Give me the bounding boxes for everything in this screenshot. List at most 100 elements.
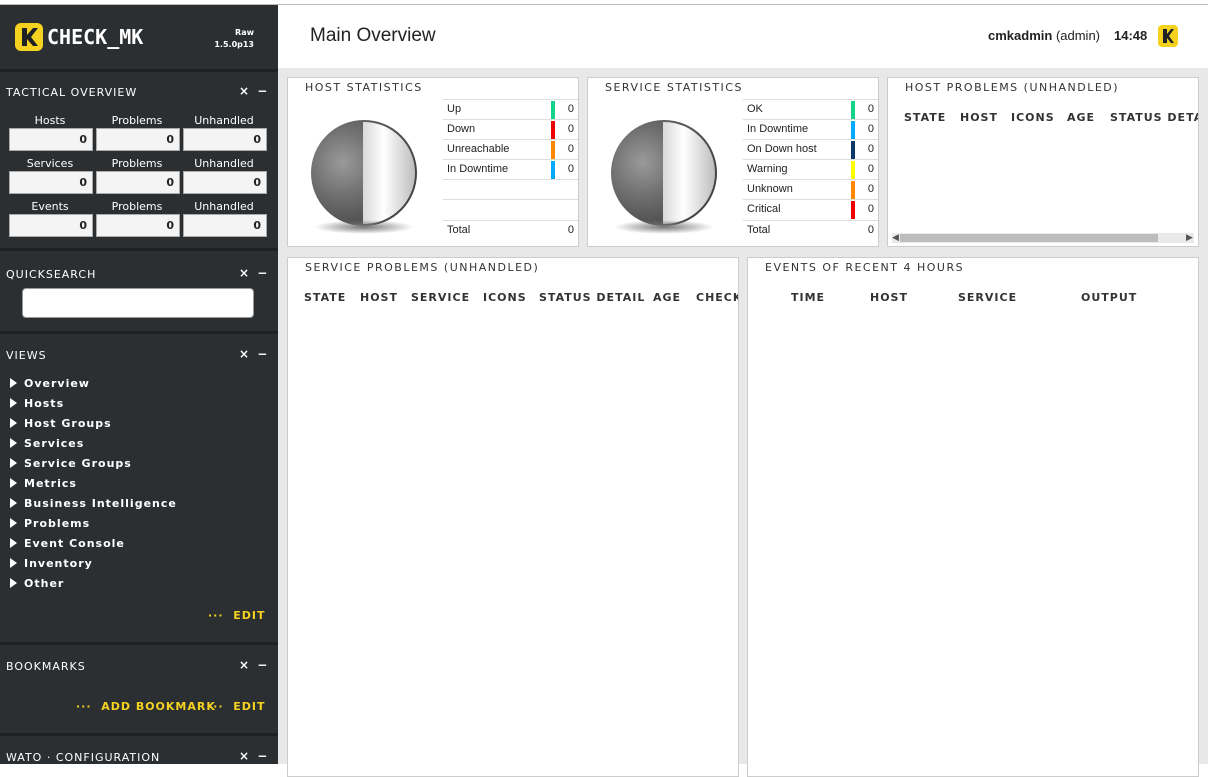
service-globe-icon[interactable] (611, 120, 717, 226)
stat-color-bar (851, 161, 855, 179)
column-header[interactable]: OUTPUT (1081, 291, 1137, 304)
column-header[interactable]: STATUS DETAIL (1110, 111, 1198, 124)
views-item[interactable]: Metrics (10, 477, 77, 490)
column-header[interactable]: STATE (304, 291, 346, 304)
views-item[interactable]: Hosts (10, 397, 64, 410)
stat-row[interactable]: In Downtime 0 (443, 159, 578, 179)
column-header[interactable]: HOST (870, 291, 908, 304)
triangle-right-icon (10, 578, 17, 588)
minimize-icon[interactable]: − (257, 84, 267, 98)
views-item-label: Other (24, 577, 65, 590)
column-header[interactable]: ICONS (1011, 111, 1055, 124)
views-item[interactable]: Event Console (10, 537, 125, 550)
close-icon[interactable]: × (239, 84, 249, 98)
triangle-right-icon (10, 398, 17, 408)
scrollbar-thumb[interactable] (900, 234, 1158, 242)
tactical-value[interactable]: 0 (96, 171, 180, 194)
stat-row[interactable]: Unreachable 0 (443, 139, 578, 159)
stat-row[interactable]: Critical 0 (743, 199, 878, 219)
stat-value: 0 (867, 123, 874, 135)
views-item[interactable]: Other (10, 577, 64, 590)
close-icon[interactable]: × (239, 658, 249, 672)
username[interactable]: cmkadmin (988, 28, 1052, 43)
scroll-left-icon[interactable]: ◀ (892, 233, 899, 243)
tactical-label: Problems (111, 114, 163, 127)
views-item-label: Host Groups (24, 417, 112, 430)
scroll-right-icon[interactable]: ▶ (1186, 233, 1193, 243)
snapin-divider (0, 733, 278, 736)
triangle-right-icon (10, 538, 17, 548)
checkmk-logo-icon[interactable] (15, 23, 43, 51)
minimize-icon[interactable]: − (257, 749, 267, 763)
stat-value: 0 (567, 163, 574, 175)
add-bookmark-link[interactable]: ··· ADD BOOKMARK (76, 700, 216, 713)
stat-row[interactable]: Unknown 0 (743, 179, 878, 199)
stat-row[interactable]: On Down host 0 (743, 139, 878, 159)
events-title: EVENTS OF RECENT 4 HOURS (765, 261, 965, 274)
stat-label: In Downtime (747, 123, 809, 135)
column-header[interactable]: HOST (960, 111, 998, 124)
stat-value: 0 (867, 163, 874, 175)
host-globe-icon[interactable] (311, 120, 417, 226)
stat-row[interactable]: Up 0 (443, 99, 578, 119)
column-header[interactable]: HOST (360, 291, 398, 304)
views-item-label: Event Console (24, 537, 125, 550)
main-area: Main Overview cmkadmin (admin) 14:48 HOS… (278, 5, 1208, 777)
stat-color-bar (851, 201, 855, 219)
tactical-overview-title: TACTICAL OVERVIEW (6, 86, 138, 99)
bookmarks-controls: × − (239, 658, 267, 672)
views-item[interactable]: Host Groups (10, 417, 112, 430)
column-header[interactable]: SERVICE (411, 291, 470, 304)
column-header[interactable]: AGE (653, 291, 681, 304)
minimize-icon[interactable]: − (257, 347, 267, 361)
column-header[interactable]: STATUS DETAIL (539, 291, 645, 304)
views-item[interactable]: Inventory (10, 557, 93, 570)
stat-label: Down (447, 123, 476, 135)
checkmk-small-logo-icon[interactable] (1158, 25, 1178, 47)
close-icon[interactable]: × (239, 347, 249, 361)
tactical-value[interactable]: 0 (183, 128, 267, 151)
stat-row[interactable]: Down 0 (443, 119, 578, 139)
tactical-value[interactable]: 0 (183, 171, 267, 194)
tactical-value[interactable]: 0 (96, 128, 180, 151)
views-item[interactable]: Services (10, 437, 84, 450)
views-item[interactable]: Problems (10, 517, 90, 530)
views-item[interactable]: Overview (10, 377, 90, 390)
views-edit-link[interactable]: ··· EDIT (208, 609, 265, 622)
views-item-label: Hosts (24, 397, 65, 410)
column-header[interactable]: TIME (791, 291, 825, 304)
close-icon[interactable]: × (239, 749, 249, 763)
tactical-label: Unhandled (194, 200, 254, 213)
service-statistics-dashlet: SERVICE STATISTICS OK 0 In Downtime 0 On Dow… (587, 77, 879, 247)
stat-row[interactable]: In Downtime 0 (743, 119, 878, 139)
tactical-value[interactable]: 0 (9, 214, 93, 237)
column-header[interactable]: SERVICE (958, 291, 1017, 304)
column-header[interactable]: STATE (904, 111, 946, 124)
stat-color-bar (551, 121, 555, 139)
triangle-right-icon (10, 558, 17, 568)
stat-row[interactable]: OK 0 (743, 99, 878, 119)
service-statistics-title: SERVICE STATISTICS (605, 81, 743, 94)
stat-row[interactable]: Warning 0 (743, 159, 878, 179)
minimize-icon[interactable]: − (257, 658, 267, 672)
column-header[interactable]: AGE (1067, 111, 1095, 124)
edition-label: Raw (235, 28, 254, 37)
views-item[interactable]: Service Groups (10, 457, 132, 470)
bookmarks-edit-link[interactable]: ··· EDIT (208, 700, 265, 713)
minimize-icon[interactable]: − (257, 266, 267, 280)
column-header[interactable]: ICONS (483, 291, 527, 304)
quicksearch-input[interactable] (22, 288, 254, 318)
views-item[interactable]: Business Intelligence (10, 497, 177, 510)
add-bookmark-label: ADD BOOKMARK (101, 700, 216, 713)
tactical-value[interactable]: 0 (9, 128, 93, 151)
close-icon[interactable]: × (239, 266, 249, 280)
globe-shadow (614, 220, 714, 234)
dots-icon: ··· (208, 700, 224, 713)
tactical-value[interactable]: 0 (183, 214, 267, 237)
column-header[interactable]: CHECKED (696, 291, 738, 304)
tactical-value[interactable]: 0 (9, 171, 93, 194)
stat-value: 0 (567, 103, 574, 115)
tactical-value[interactable]: 0 (96, 214, 180, 237)
logo-text: CHECK_MK (47, 25, 144, 49)
stat-total-row: Total 0 (443, 220, 578, 240)
